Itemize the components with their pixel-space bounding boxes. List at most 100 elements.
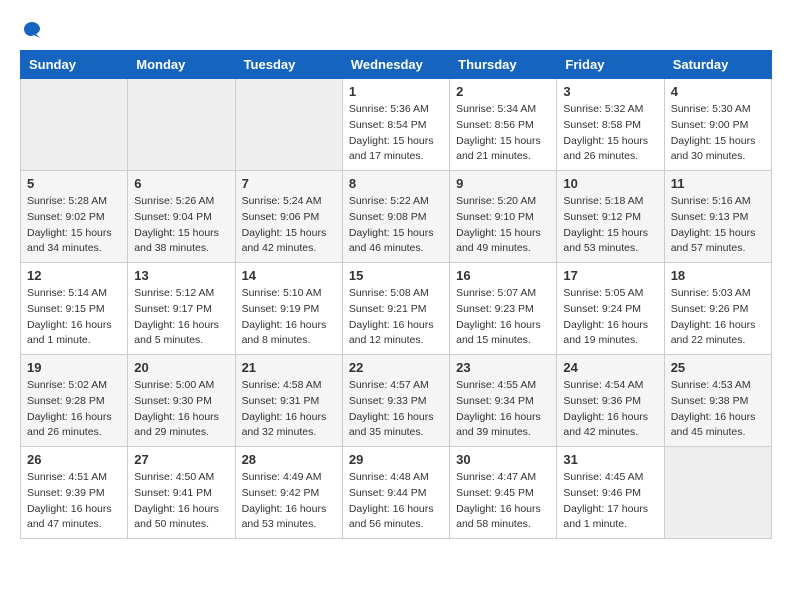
weekday-header-friday: Friday <box>557 51 664 79</box>
day-info: Sunrise: 4:57 AM Sunset: 9:33 PM Dayligh… <box>349 378 443 441</box>
day-info: Sunrise: 5:30 AM Sunset: 9:00 PM Dayligh… <box>671 102 765 165</box>
calendar-cell: 27 Sunrise: 4:50 AM Sunset: 9:41 PM Dayli… <box>128 447 235 539</box>
day-info: Sunrise: 4:49 AM Sunset: 9:42 PM Dayligh… <box>242 470 336 533</box>
calendar-cell: 1 Sunrise: 5:36 AM Sunset: 8:54 PM Daylig… <box>342 79 449 171</box>
day-info: Sunrise: 4:45 AM Sunset: 9:46 PM Dayligh… <box>563 470 657 533</box>
day-info: Sunrise: 5:28 AM Sunset: 9:02 PM Dayligh… <box>27 194 121 257</box>
day-info: Sunrise: 5:22 AM Sunset: 9:08 PM Dayligh… <box>349 194 443 257</box>
day-info: Sunrise: 5:05 AM Sunset: 9:24 PM Dayligh… <box>563 286 657 349</box>
calendar-cell <box>128 79 235 171</box>
day-number: 31 <box>563 452 657 467</box>
day-number: 17 <box>563 268 657 283</box>
day-number: 21 <box>242 360 336 375</box>
calendar-cell: 24 Sunrise: 4:54 AM Sunset: 9:36 PM Dayli… <box>557 355 664 447</box>
day-info: Sunrise: 5:36 AM Sunset: 8:54 PM Dayligh… <box>349 102 443 165</box>
day-number: 27 <box>134 452 228 467</box>
calendar-cell <box>664 447 771 539</box>
day-number: 28 <box>242 452 336 467</box>
calendar-cell: 2 Sunrise: 5:34 AM Sunset: 8:56 PM Daylig… <box>450 79 557 171</box>
day-info: Sunrise: 5:24 AM Sunset: 9:06 PM Dayligh… <box>242 194 336 257</box>
logo-bird-icon <box>22 20 42 40</box>
day-number: 13 <box>134 268 228 283</box>
day-info: Sunrise: 5:14 AM Sunset: 9:15 PM Dayligh… <box>27 286 121 349</box>
day-number: 26 <box>27 452 121 467</box>
day-number: 14 <box>242 268 336 283</box>
calendar-week-row: 12 Sunrise: 5:14 AM Sunset: 9:15 PM Dayli… <box>21 263 772 355</box>
day-info: Sunrise: 5:10 AM Sunset: 9:19 PM Dayligh… <box>242 286 336 349</box>
day-number: 6 <box>134 176 228 191</box>
calendar-cell: 10 Sunrise: 5:18 AM Sunset: 9:12 PM Dayli… <box>557 171 664 263</box>
day-info: Sunrise: 4:48 AM Sunset: 9:44 PM Dayligh… <box>349 470 443 533</box>
calendar-cell: 25Sunrise: 4:53 AM Sunset: 9:38 PM Dayli… <box>664 355 771 447</box>
calendar-cell: 20Sunrise: 5:00 AM Sunset: 9:30 PM Dayli… <box>128 355 235 447</box>
calendar-cell: 14 Sunrise: 5:10 AM Sunset: 9:19 PM Dayli… <box>235 263 342 355</box>
day-info: Sunrise: 5:18 AM Sunset: 9:12 PM Dayligh… <box>563 194 657 257</box>
calendar-cell: 31 Sunrise: 4:45 AM Sunset: 9:46 PM Dayli… <box>557 447 664 539</box>
day-number: 29 <box>349 452 443 467</box>
calendar-cell: 9 Sunrise: 5:20 AM Sunset: 9:10 PM Daylig… <box>450 171 557 263</box>
weekday-header-thursday: Thursday <box>450 51 557 79</box>
calendar-cell <box>235 79 342 171</box>
calendar-cell: 15Sunrise: 5:08 AM Sunset: 9:21 PM Dayli… <box>342 263 449 355</box>
weekday-header-saturday: Saturday <box>664 51 771 79</box>
calendar-cell: 17 Sunrise: 5:05 AM Sunset: 9:24 PM Dayli… <box>557 263 664 355</box>
day-number: 4 <box>671 84 765 99</box>
calendar-cell: 3Sunrise: 5:32 AM Sunset: 8:58 PM Daylig… <box>557 79 664 171</box>
calendar-cell: 19 Sunrise: 5:02 AM Sunset: 9:28 PM Dayli… <box>21 355 128 447</box>
day-number: 11 <box>671 176 765 191</box>
header <box>20 20 772 40</box>
day-info: Sunrise: 5:08 AM Sunset: 9:21 PM Dayligh… <box>349 286 443 349</box>
day-info: Sunrise: 5:26 AM Sunset: 9:04 PM Dayligh… <box>134 194 228 257</box>
calendar-week-row: 19 Sunrise: 5:02 AM Sunset: 9:28 PM Dayli… <box>21 355 772 447</box>
day-number: 30 <box>456 452 550 467</box>
day-info: Sunrise: 4:58 AM Sunset: 9:31 PM Dayligh… <box>242 378 336 441</box>
day-number: 22 <box>349 360 443 375</box>
calendar-cell: 23Sunrise: 4:55 AM Sunset: 9:34 PM Dayli… <box>450 355 557 447</box>
day-number: 1 <box>349 84 443 99</box>
calendar-cell: 16 Sunrise: 5:07 AM Sunset: 9:23 PM Dayli… <box>450 263 557 355</box>
calendar-cell: 5Sunrise: 5:28 AM Sunset: 9:02 PM Daylig… <box>21 171 128 263</box>
day-info: Sunrise: 5:00 AM Sunset: 9:30 PM Dayligh… <box>134 378 228 441</box>
day-info: Sunrise: 5:16 AM Sunset: 9:13 PM Dayligh… <box>671 194 765 257</box>
calendar-cell: 22 Sunrise: 4:57 AM Sunset: 9:33 PM Dayli… <box>342 355 449 447</box>
day-number: 9 <box>456 176 550 191</box>
calendar-cell: 13Sunrise: 5:12 AM Sunset: 9:17 PM Dayli… <box>128 263 235 355</box>
calendar-cell: 26 Sunrise: 4:51 AM Sunset: 9:39 PM Dayli… <box>21 447 128 539</box>
day-info: Sunrise: 5:20 AM Sunset: 9:10 PM Dayligh… <box>456 194 550 257</box>
day-number: 8 <box>349 176 443 191</box>
weekday-header-monday: Monday <box>128 51 235 79</box>
day-info: Sunrise: 4:53 AM Sunset: 9:38 PM Dayligh… <box>671 378 765 441</box>
day-info: Sunrise: 4:50 AM Sunset: 9:41 PM Dayligh… <box>134 470 228 533</box>
calendar-cell: 29 Sunrise: 4:48 AM Sunset: 9:44 PM Dayli… <box>342 447 449 539</box>
day-number: 16 <box>456 268 550 283</box>
weekday-header-sunday: Sunday <box>21 51 128 79</box>
day-info: Sunrise: 4:47 AM Sunset: 9:45 PM Dayligh… <box>456 470 550 533</box>
day-number: 18 <box>671 268 765 283</box>
day-number: 24 <box>563 360 657 375</box>
calendar-cell: 28 Sunrise: 4:49 AM Sunset: 9:42 PM Dayli… <box>235 447 342 539</box>
day-info: Sunrise: 4:54 AM Sunset: 9:36 PM Dayligh… <box>563 378 657 441</box>
day-number: 10 <box>563 176 657 191</box>
logo <box>20 20 42 40</box>
day-info: Sunrise: 4:51 AM Sunset: 9:39 PM Dayligh… <box>27 470 121 533</box>
day-number: 2 <box>456 84 550 99</box>
day-info: Sunrise: 5:34 AM Sunset: 8:56 PM Dayligh… <box>456 102 550 165</box>
calendar-cell: 11 Sunrise: 5:16 AM Sunset: 9:13 PM Dayli… <box>664 171 771 263</box>
day-info: Sunrise: 5:03 AM Sunset: 9:26 PM Dayligh… <box>671 286 765 349</box>
day-number: 19 <box>27 360 121 375</box>
weekday-header-wednesday: Wednesday <box>342 51 449 79</box>
weekday-header-row: SundayMondayTuesdayWednesdayThursdayFrid… <box>21 51 772 79</box>
day-info: Sunrise: 4:55 AM Sunset: 9:34 PM Dayligh… <box>456 378 550 441</box>
calendar-table: SundayMondayTuesdayWednesdayThursdayFrid… <box>20 50 772 539</box>
day-number: 12 <box>27 268 121 283</box>
day-info: Sunrise: 5:02 AM Sunset: 9:28 PM Dayligh… <box>27 378 121 441</box>
calendar-cell: 8 Sunrise: 5:22 AM Sunset: 9:08 PM Daylig… <box>342 171 449 263</box>
calendar-cell: 4 Sunrise: 5:30 AM Sunset: 9:00 PM Daylig… <box>664 79 771 171</box>
calendar-week-row: 1 Sunrise: 5:36 AM Sunset: 8:54 PM Daylig… <box>21 79 772 171</box>
calendar-cell: 18 Sunrise: 5:03 AM Sunset: 9:26 PM Dayli… <box>664 263 771 355</box>
calendar-cell: 7Sunrise: 5:24 AM Sunset: 9:06 PM Daylig… <box>235 171 342 263</box>
calendar-week-row: 26 Sunrise: 4:51 AM Sunset: 9:39 PM Dayli… <box>21 447 772 539</box>
weekday-header-tuesday: Tuesday <box>235 51 342 79</box>
day-info: Sunrise: 5:07 AM Sunset: 9:23 PM Dayligh… <box>456 286 550 349</box>
day-info: Sunrise: 5:32 AM Sunset: 8:58 PM Dayligh… <box>563 102 657 165</box>
